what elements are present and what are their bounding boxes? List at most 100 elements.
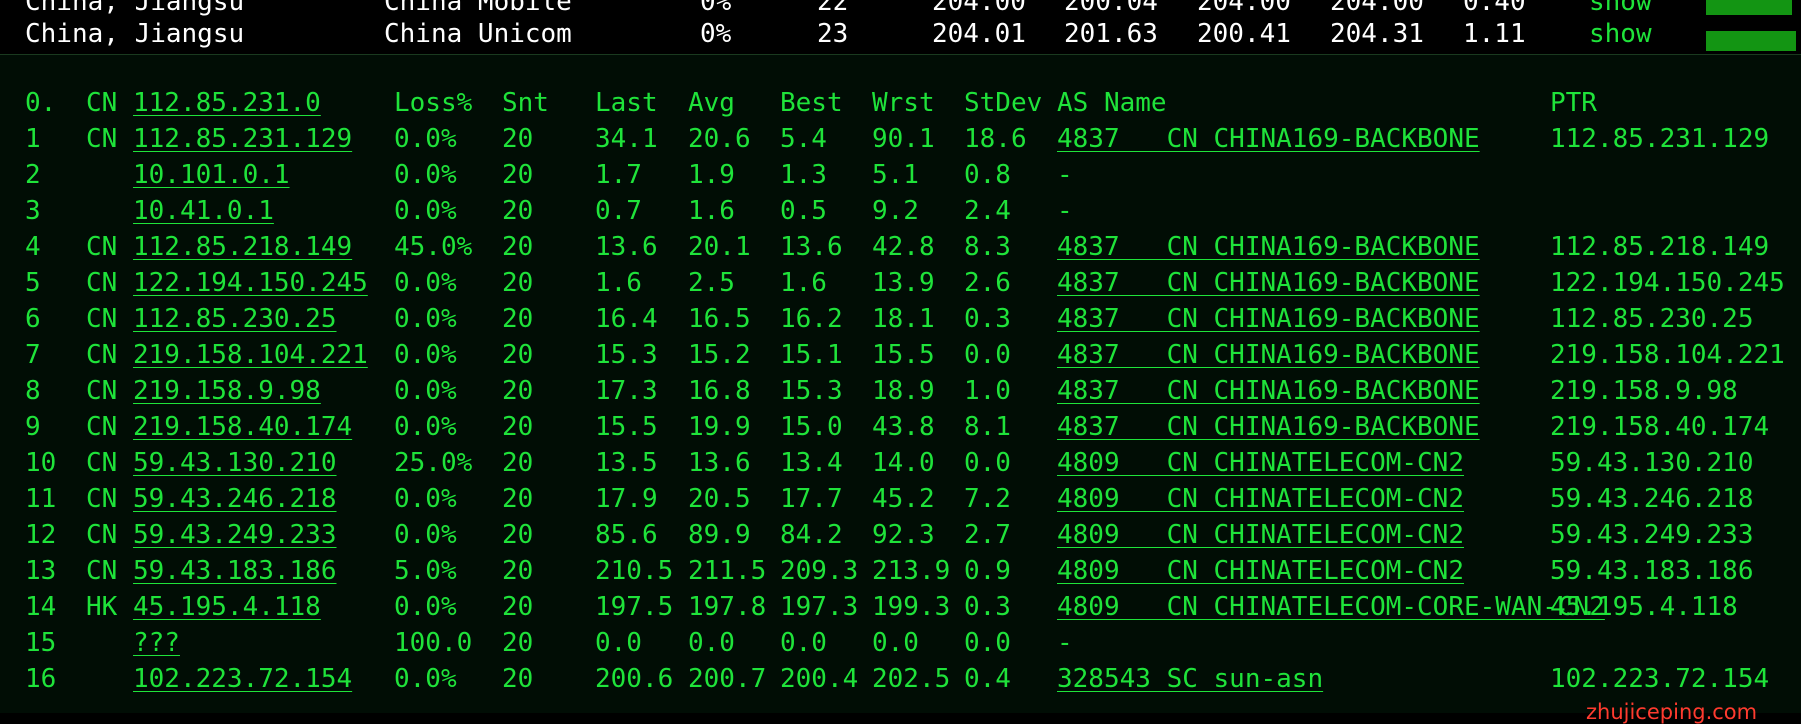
sent-value: 20 (502, 268, 534, 298)
watermark: zhujiceping.com (1586, 700, 1758, 724)
hop-row: 16 102.223.72.154 0.0% 20 200.6 200.7 200.4 202… (0, 661, 1801, 697)
loss-value: 0.0% (394, 412, 457, 442)
host-link[interactable]: 10.101.0.1 (133, 157, 290, 193)
worst-value: 18.1 (872, 304, 935, 334)
country-code: HK (86, 592, 118, 622)
host-link[interactable]: ??? (133, 625, 180, 661)
last-value: 1.7 (595, 160, 642, 190)
as-name-link[interactable]: 4837 CN CHINA169-BACKBONE (1057, 121, 1480, 157)
hop-number: 4 (25, 232, 41, 262)
hop-row: 6 CN 112.85.230.25 0.0% 20 16.4 16.5 16.2 18.1 0.… (0, 301, 1801, 337)
col-stdev: StDev (964, 88, 1043, 118)
sent-value: 20 (502, 664, 534, 694)
summary-location: China, Jiangsu (25, 19, 245, 49)
best-value: 15.3 (780, 376, 843, 406)
worst-value: 14.0 (872, 448, 935, 478)
col-best: Best (780, 88, 843, 118)
stdev-value: 0.0 (964, 340, 1011, 370)
host-link[interactable]: 59.43.249.233 (133, 517, 337, 553)
avg-value: 197.8 (688, 592, 767, 622)
stdev-value: 0.3 (964, 592, 1011, 622)
sent-value: 20 (502, 520, 534, 550)
stdev-value: 0.0 (964, 628, 1011, 658)
sent-value: 20 (502, 304, 534, 334)
best-value: 84.2 (780, 520, 843, 550)
host-link[interactable]: 59.43.246.218 (133, 481, 337, 517)
sent-value: 20 (502, 412, 534, 442)
host-link[interactable]: 102.223.72.154 (133, 661, 352, 697)
loss-value: 0.0% (394, 484, 457, 514)
ptr-value: 112.85.230.25 (1550, 304, 1754, 334)
sent-value: 20 (502, 376, 534, 406)
avg-value: 16.5 (688, 304, 751, 334)
avg-value: 19.9 (688, 412, 751, 442)
best-value: 13.4 (780, 448, 843, 478)
loss-value: 0.0% (394, 340, 457, 370)
host-link[interactable]: 112.85.231.129 (133, 121, 352, 157)
avg-value: 89.9 (688, 520, 751, 550)
sent-value: 20 (502, 340, 534, 370)
avg-value: 15.2 (688, 340, 751, 370)
avg-value: 16.8 (688, 376, 751, 406)
avg-value: 1.6 (688, 196, 735, 226)
host-link[interactable]: 122.194.150.245 (133, 265, 368, 301)
col-hop: 0. (25, 88, 57, 118)
as-name-link[interactable]: 4837 CN CHINA169-BACKBONE (1057, 265, 1480, 301)
show-button[interactable]: show (1589, 16, 1652, 52)
host-link[interactable]: 45.195.4.118 (133, 589, 321, 625)
loss-value: 0.0% (394, 160, 457, 190)
hop-number: 6 (25, 304, 41, 334)
hop-row: 2 10.101.0.1 0.0% 20 1.7 1.9 1.3 5.1 0.8 - (0, 157, 1801, 193)
col-cc: CN (86, 88, 118, 118)
stdev-value: 0.8 (964, 160, 1011, 190)
host-link[interactable]: 59.43.183.186 (133, 553, 337, 589)
ptr-value: 59.43.246.218 (1550, 484, 1754, 514)
as-name-link[interactable]: 328543 SC sun-asn (1057, 661, 1323, 697)
loss-value: 0.0% (394, 592, 457, 622)
host-link[interactable]: 219.158.104.221 (133, 337, 368, 373)
hop-row: 11 CN 59.43.246.218 0.0% 20 17.9 20.5 17.7 45.2 7… (0, 481, 1801, 517)
host-link[interactable]: 112.85.230.25 (133, 301, 337, 337)
host-link[interactable]: 10.41.0.1 (133, 193, 274, 229)
worst-value: 213.9 (872, 556, 951, 586)
as-name-link[interactable]: 4837 CN CHINA169-BACKBONE (1057, 409, 1480, 445)
summary-table: China, Jiangsu China Mobile 0% 22 204.00… (0, 0, 1801, 54)
country-code: CN (86, 448, 118, 478)
host-link[interactable]: 112.85.231.0 (133, 85, 321, 121)
best-value: 17.7 (780, 484, 843, 514)
last-value: 15.3 (595, 340, 658, 370)
as-name-link[interactable]: 4809 CN CHINATELECOM-CN2 (1057, 517, 1464, 553)
as-name-link[interactable]: 4837 CN CHINA169-BACKBONE (1057, 337, 1480, 373)
last-value: 210.5 (595, 556, 674, 586)
as-name-link[interactable]: 4837 CN CHINA169-BACKBONE (1057, 229, 1480, 265)
sent-value: 20 (502, 628, 534, 658)
best-value: 1.3 (780, 160, 827, 190)
stdev-value: 8.3 (964, 232, 1011, 262)
col-wrst: Wrst (872, 88, 935, 118)
host-link[interactable]: 219.158.40.174 (133, 409, 352, 445)
hop-row: 3 10.41.0.1 0.0% 20 0.7 1.6 0.5 9.2 2.4 - (0, 193, 1801, 229)
host-link[interactable]: 112.85.218.149 (133, 229, 352, 265)
host-link[interactable]: 59.43.130.210 (133, 445, 337, 481)
stdev-value: 7.2 (964, 484, 1011, 514)
as-name-link[interactable]: 4809 CN CHINATELECOM-CN2 (1057, 481, 1464, 517)
hop-row: 14 HK 45.195.4.118 0.0% 20 197.5 197.8 197.3 199… (0, 589, 1801, 625)
hop-row: 12 CN 59.43.249.233 0.0% 20 85.6 89.9 84.2 92.3 2… (0, 517, 1801, 553)
as-name-link[interactable]: 4837 CN CHINA169-BACKBONE (1057, 301, 1480, 337)
hop-number: 2 (25, 160, 41, 190)
last-value: 0.7 (595, 196, 642, 226)
as-name-link[interactable]: 4809 CN CHINATELECOM-CN2 (1057, 445, 1464, 481)
worst-value: 202.5 (872, 664, 951, 694)
as-name-link[interactable]: 4837 CN CHINA169-BACKBONE (1057, 373, 1480, 409)
stdev-value: 0.9 (964, 556, 1011, 586)
loss-value: 0.0% (394, 124, 457, 154)
as-name-link[interactable]: 4809 CN CHINATELECOM-CN2 (1057, 553, 1464, 589)
best-value: 197.3 (780, 592, 859, 622)
latency-bar (1706, 31, 1796, 51)
country-code: CN (86, 304, 118, 334)
ptr-value: 219.158.104.221 (1550, 340, 1785, 370)
host-link[interactable]: 219.158.9.98 (133, 373, 321, 409)
summary-sent: 23 (817, 19, 849, 49)
stdev-value: 1.0 (964, 376, 1011, 406)
as-name-link[interactable]: 4809 CN CHINATELECOM-CORE-WAN-CN2 (1057, 589, 1605, 625)
